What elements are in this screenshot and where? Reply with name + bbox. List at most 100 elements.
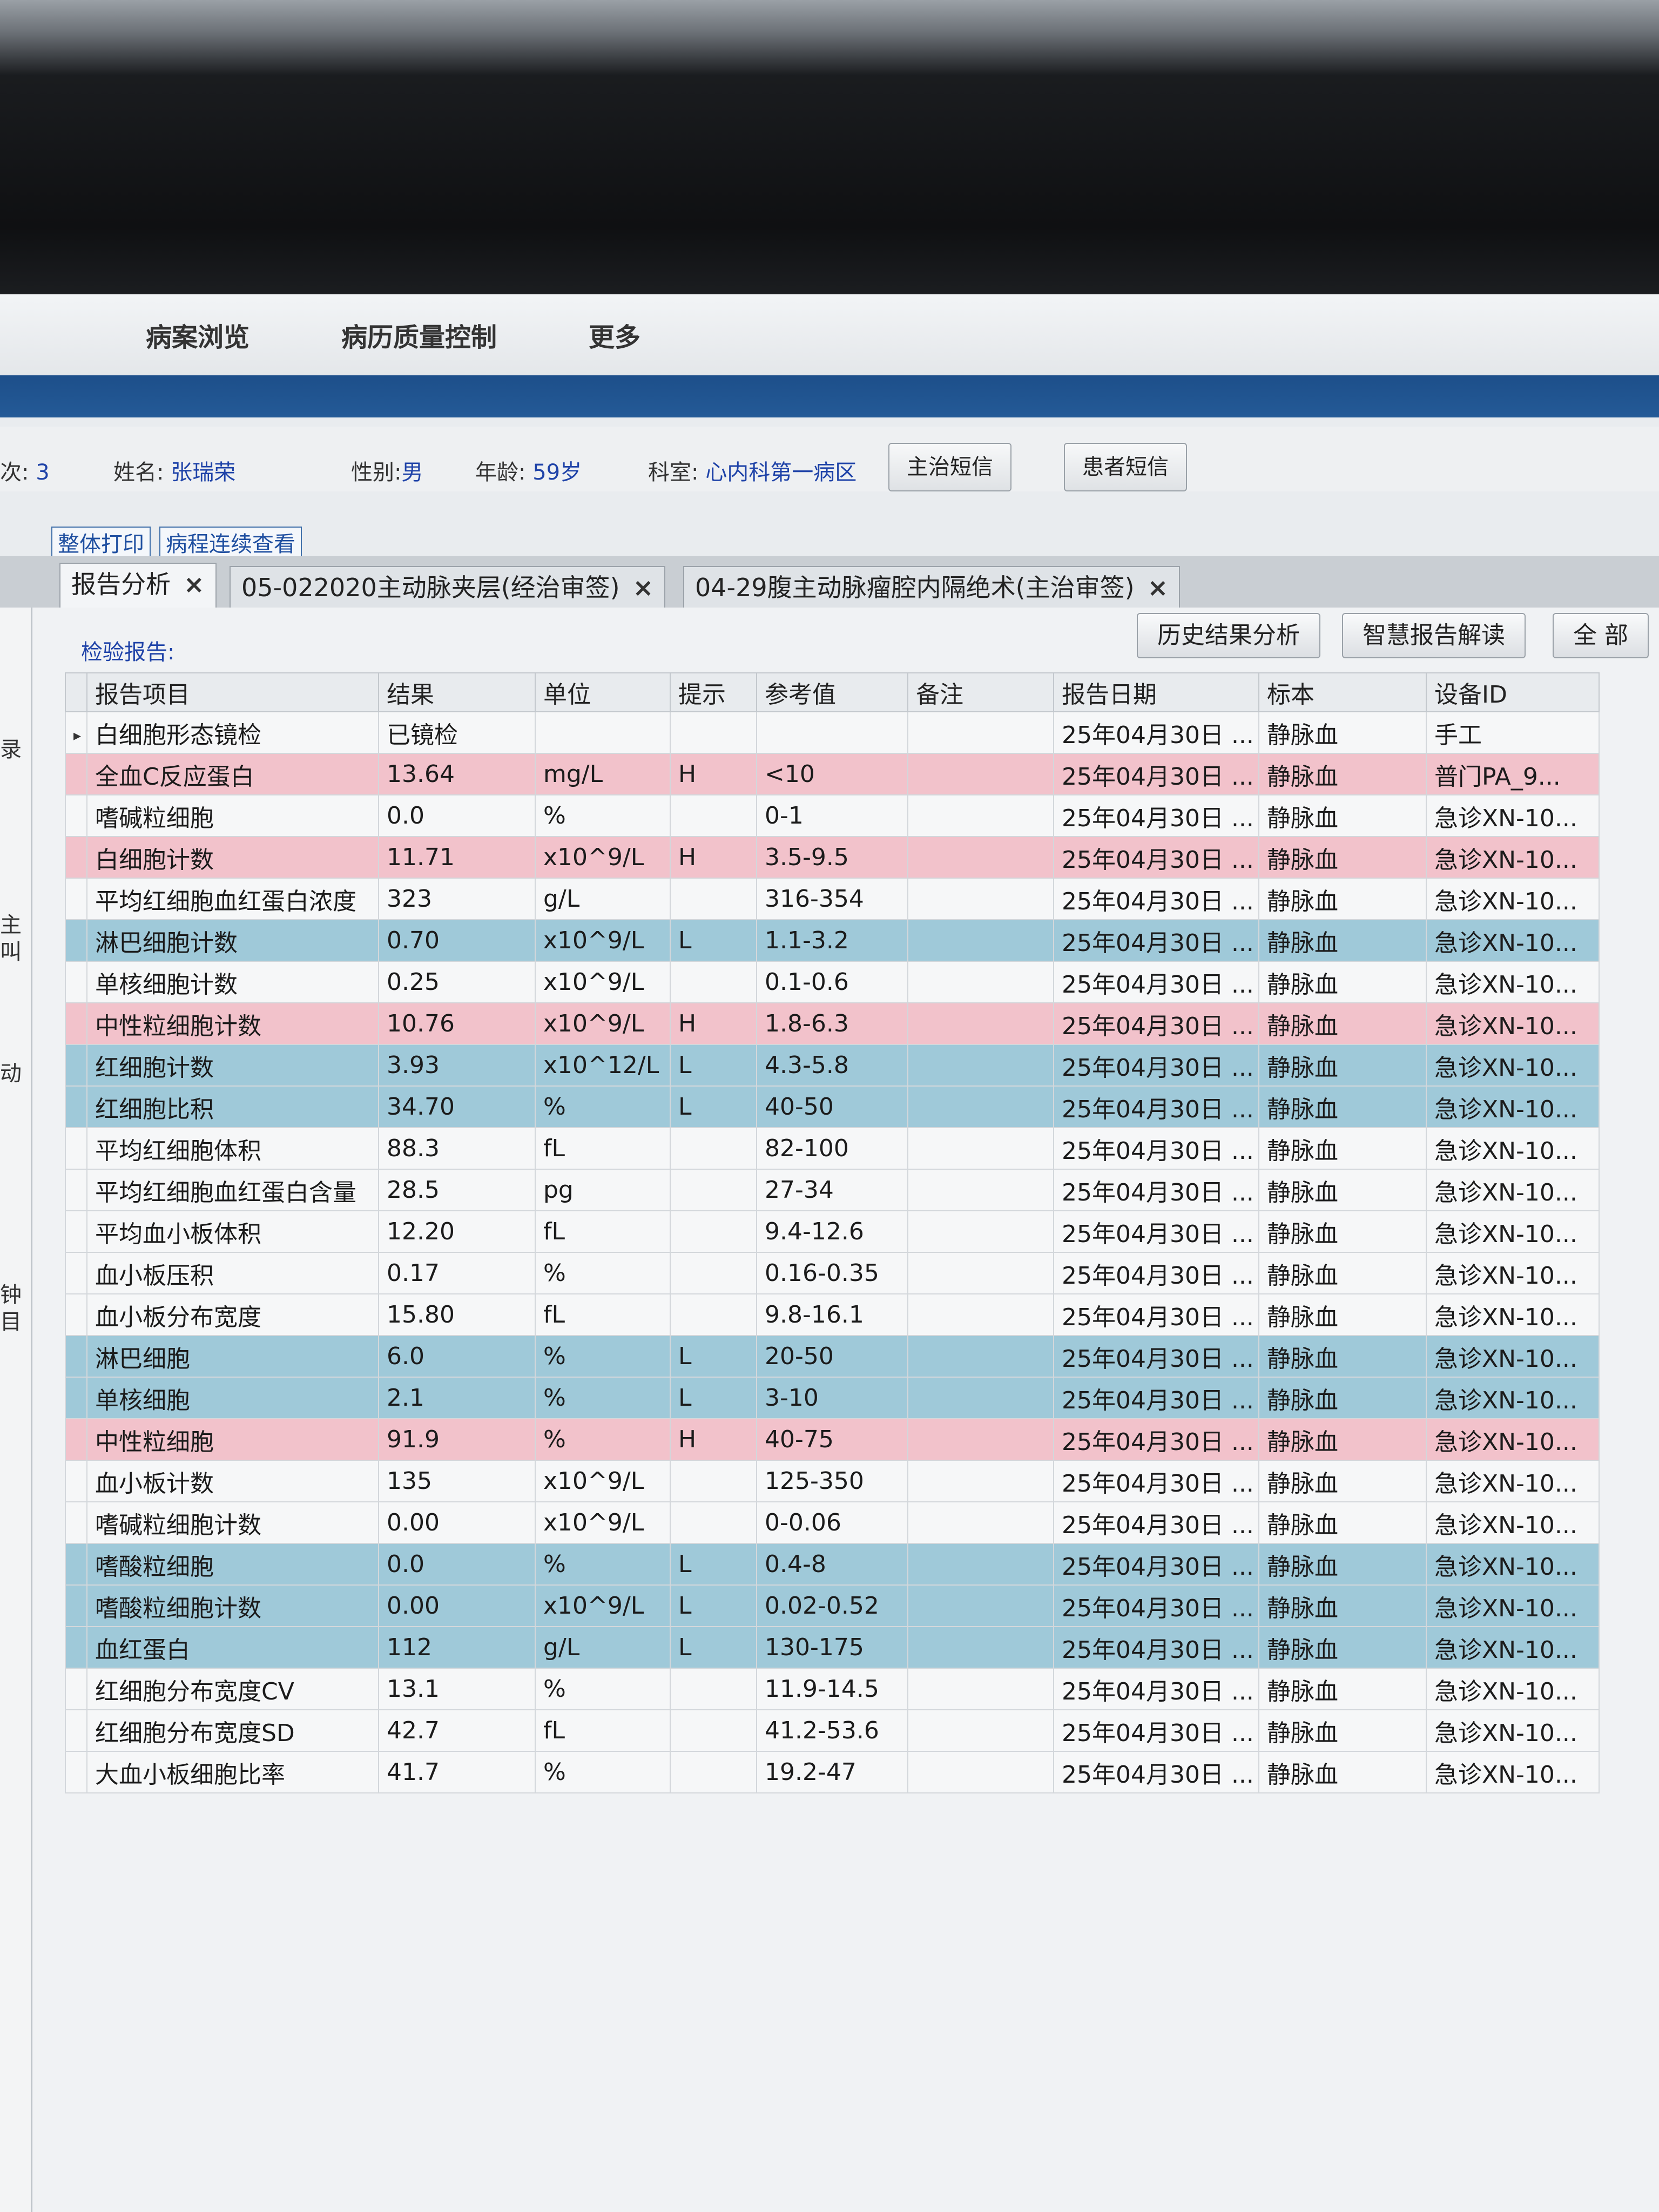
- cell-unit: g/L: [535, 878, 671, 920]
- col-hint[interactable]: 提示: [670, 672, 757, 712]
- table-row[interactable]: 嗜酸粒细胞计数 0.00 x10^9/L L 0.02-0.52 25年04月30日 ..…: [65, 1584, 1600, 1627]
- table-row[interactable]: 淋巴细胞 6.0% L 20-50 25年04月30日 ... 静脉血 急诊XN-10...: [65, 1335, 1600, 1378]
- row-expand-icon: [65, 1002, 87, 1045]
- table-row[interactable]: 嗜酸粒细胞 0.0% L 0.4-8 25年04月30日 ... 静脉血 急诊XN-10..…: [65, 1543, 1600, 1586]
- row-expand-icon: [65, 753, 87, 795]
- tab-record-0429[interactable]: 04-29腹主动脉瘤腔内隔绝术(主治审签) ×: [683, 566, 1181, 608]
- table-row[interactable]: 单核细胞计数 0.25 x10^9/L 0.1-0.6 25年04月30日 ... 静脉血…: [65, 961, 1600, 1003]
- cell-hint: L: [670, 1626, 757, 1669]
- table-row[interactable]: 红细胞分布宽度SD 42.7 fL 41.2-53.6 25年04月30日 ... 静脉血…: [65, 1709, 1600, 1752]
- table-row[interactable]: 单核细胞 2.1% L 3-10 25年04月30日 ... 静脉血 急诊XN-10...: [65, 1377, 1600, 1419]
- cell-device-id: 急诊XN-10...: [1426, 1418, 1600, 1461]
- menu-more[interactable]: 更多: [589, 316, 640, 354]
- col-report-date[interactable]: 报告日期: [1053, 672, 1259, 712]
- table-row[interactable]: 嗜碱粒细胞计数 0.00 x10^9/L 0-0.06 25年04月30日 ... 静脉血…: [65, 1501, 1600, 1544]
- col-reference[interactable]: 参考值: [756, 672, 908, 712]
- tab-report-analysis[interactable]: 报告分析 ×: [59, 563, 217, 609]
- cell-report-date: 25年04月30日 ...: [1053, 1002, 1259, 1045]
- table-row[interactable]: 血小板计数 135 x10^9/L 125-350 25年04月30日 ... 静脉血 急诊…: [65, 1460, 1600, 1502]
- cell-specimen: 静脉血: [1258, 1709, 1427, 1752]
- tab-record-0502[interactable]: 05-022020主动脉夹层(经治审签) ×: [230, 566, 666, 608]
- cell-report-date: 25年04月30日 ...: [1053, 1501, 1259, 1544]
- cell-note: [907, 1709, 1054, 1752]
- cell-hint: H: [670, 1418, 757, 1461]
- col-specimen[interactable]: 标本: [1258, 672, 1427, 712]
- cell-reference: 125-350: [756, 1460, 908, 1502]
- cell-result: 91.9: [378, 1418, 536, 1461]
- all-button[interactable]: 全 部: [1553, 613, 1649, 658]
- cell-report-date: 25年04月30日 ...: [1053, 836, 1259, 879]
- table-row[interactable]: 血红蛋白 112 g/L L 130-175 25年04月30日 ... 静脉血 急诊XN-1…: [65, 1626, 1600, 1669]
- table-row[interactable]: 白细胞计数 11.71 x10^9/L H 3.5-9.5 25年04月30日 ... 静脉…: [65, 836, 1600, 879]
- table-row[interactable]: 红细胞计数 3.93 x10^12/L L 4.3-5.8 25年04月30日 ... 静脉…: [65, 1044, 1600, 1087]
- cell-report-date: 25年04月30日 ...: [1053, 1293, 1259, 1336]
- cell-report-date: 25年04月30日 ...: [1053, 1584, 1259, 1627]
- cell-unit: %: [535, 1418, 671, 1461]
- table-row[interactable]: 中性粒细胞计数 10.76 x10^9/L H 1.8-6.3 25年04月30日 ...…: [65, 1002, 1600, 1045]
- cell-device-id: 急诊XN-10...: [1426, 878, 1600, 920]
- cell-report-date: 25年04月30日 ...: [1053, 1044, 1259, 1087]
- table-row[interactable]: 嗜碱粒细胞 0.0% 0-1 25年04月30日 ... 静脉血 急诊XN-10...: [65, 794, 1600, 837]
- cell-report-date: 25年04月30日 ...: [1053, 711, 1259, 754]
- table-row[interactable]: 全血C反应蛋白 13.64 mg/L H <10 25年04月30日 ... 静脉血 普门PA…: [65, 753, 1600, 795]
- close-icon[interactable]: ×: [184, 570, 205, 599]
- cell-result: 135: [378, 1460, 536, 1502]
- cell-unit: mg/L: [535, 753, 671, 795]
- cell-report-date: 25年04月30日 ...: [1053, 1252, 1259, 1294]
- table-row[interactable]: 平均红细胞血红蛋白浓度 323 g/L 316-354 25年04月30日 ... 静脉血…: [65, 878, 1600, 920]
- cell-item: 淋巴细胞计数: [86, 919, 379, 962]
- table-row[interactable]: ▸ 白细胞形态镜检 已镜检 25年04月30日 ... 静脉血 手工: [65, 711, 1600, 754]
- cell-unit: %: [535, 1377, 671, 1419]
- menu-case-browse[interactable]: 病案浏览: [146, 316, 249, 354]
- cell-report-date: 25年04月30日 ...: [1053, 919, 1259, 962]
- cell-item: 白细胞计数: [86, 836, 379, 879]
- cell-unit: %: [535, 1543, 671, 1586]
- col-result[interactable]: 结果: [378, 672, 536, 712]
- table-row[interactable]: 血小板压积 0.17% 0.16-0.35 25年04月30日 ... 静脉血 急诊XN-…: [65, 1252, 1600, 1294]
- patient-sms-button[interactable]: 患者短信: [1064, 443, 1187, 491]
- patient-name: 姓名: 张瑞荣: [113, 460, 236, 485]
- table-row[interactable]: 大血小板细胞比率 41.7% 19.2-47 25年04月30日 ... 静脉血 急诊XN…: [65, 1751, 1600, 1793]
- table-header: 报告项目 结果 单位 提示 参考值 备注 报告日期 标本 设备ID: [65, 672, 1600, 712]
- table-row[interactable]: 平均红细胞体积 88.3 fL 82-100 25年04月30日 ... 静脉血 急诊XN-…: [65, 1127, 1600, 1170]
- cell-specimen: 静脉血: [1258, 1751, 1427, 1793]
- monitor-bezel: [0, 0, 1659, 294]
- row-expand-icon: [65, 1709, 87, 1752]
- smart-report-button[interactable]: 智慧报告解读: [1342, 613, 1526, 658]
- table-row[interactable]: 红细胞分布宽度CV 13.1% 11.9-14.5 25年04月30日 ... 静脉血急…: [65, 1668, 1600, 1710]
- table-row[interactable]: 平均红细胞血红蛋白含量 28.5 pg 27-34 25年04月30日 ... 静脉血 急诊…: [65, 1169, 1600, 1211]
- table-row[interactable]: 中性粒细胞 91.9% H 40-75 25年04月30日 ... 静脉血 急诊XN-10.…: [65, 1418, 1600, 1461]
- table-row[interactable]: 平均血小板体积 12.20 fL 9.4-12.6 25年04月30日 ... 静脉血 急诊…: [65, 1210, 1600, 1253]
- left-side-panel: 录 主 叫 动 钟 目: [0, 608, 32, 2212]
- cell-unit: x10^12/L: [535, 1044, 671, 1087]
- cell-device-id: 急诊XN-10...: [1426, 1335, 1600, 1378]
- col-note[interactable]: 备注: [907, 672, 1054, 712]
- row-expand-icon: [65, 1751, 87, 1793]
- row-expand-icon[interactable]: ▸: [65, 711, 87, 754]
- col-unit[interactable]: 单位: [535, 672, 671, 712]
- col-device-id[interactable]: 设备ID: [1426, 672, 1600, 712]
- cell-specimen: 静脉血: [1258, 1335, 1427, 1378]
- cell-unit: %: [535, 1252, 671, 1294]
- close-icon[interactable]: ×: [1148, 573, 1169, 602]
- main-menu-bar: 病案浏览 病历质量控制 更多: [0, 294, 1659, 375]
- cell-hint: [670, 1460, 757, 1502]
- cell-item: 嗜酸粒细胞: [86, 1543, 379, 1586]
- cell-specimen: 静脉血: [1258, 1002, 1427, 1045]
- cell-unit: x10^9/L: [535, 836, 671, 879]
- cell-device-id: 手工: [1426, 711, 1600, 754]
- close-icon[interactable]: ×: [633, 573, 654, 602]
- col-item[interactable]: 报告项目: [86, 672, 379, 712]
- cell-reference: 9.8-16.1: [756, 1293, 908, 1336]
- cell-item: 平均红细胞血红蛋白浓度: [86, 878, 379, 920]
- table-row[interactable]: 红细胞比积 34.70% L 40-50 25年04月30日 ... 静脉血 急诊XN-10…: [65, 1085, 1600, 1128]
- cell-report-date: 25年04月30日 ...: [1053, 753, 1259, 795]
- table-row[interactable]: 血小板分布宽度 15.80 fL 9.8-16.1 25年04月30日 ... 静脉血 急诊…: [65, 1293, 1600, 1336]
- table-row[interactable]: 淋巴细胞计数 0.70 x10^9/L L 1.1-3.2 25年04月30日 ... 静脉…: [65, 919, 1600, 962]
- cell-result: 41.7: [378, 1751, 536, 1793]
- row-expand-icon: [65, 794, 87, 837]
- history-analysis-button[interactable]: 历史结果分析: [1137, 613, 1320, 658]
- menu-quality-control[interactable]: 病历质量控制: [341, 316, 497, 354]
- doctor-sms-button[interactable]: 主治短信: [888, 443, 1011, 491]
- cell-result: 0.00: [378, 1501, 536, 1544]
